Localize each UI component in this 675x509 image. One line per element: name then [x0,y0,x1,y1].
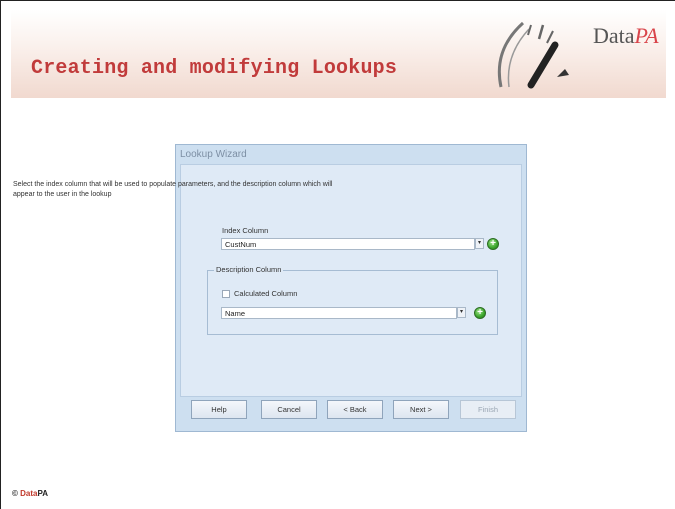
datapa-logo: DataPA [593,23,659,48]
back-button[interactable]: < Back [327,400,383,419]
description-column-dropdown[interactable]: Name [221,307,457,319]
wizard-button-bar: Help Cancel < Back Next > Finish [179,397,523,428]
add-description-column-icon[interactable]: + [474,307,486,319]
description-column-value: Name [225,309,246,318]
add-index-column-icon[interactable]: + [487,238,499,250]
description-column-group-label: Description Column [214,265,284,274]
index-column-dropdown[interactable]: CustNum [221,238,475,250]
slide: Creating and modifying Lookups DataPA Lo… [0,0,675,509]
dialog-title: Lookup Wizard [180,149,247,160]
finish-button[interactable]: Finish [460,400,516,419]
wizard-instruction: Select the index column that will be use… [13,181,333,198]
slide-title: Creating and modifying Lookups [31,57,398,80]
chevron-down-icon[interactable]: ▾ [457,307,466,318]
calculated-column-label: Calculated Column [234,289,298,298]
calculated-column-checkbox[interactable] [222,290,230,298]
cancel-button[interactable]: Cancel [261,400,317,419]
description-column-group [207,270,498,335]
footer-copyright: © DataPA [12,489,49,498]
index-column-value: CustNum [225,240,257,249]
index-column-label: Index Column [222,226,269,235]
chevron-down-icon[interactable]: ▾ [475,238,484,249]
next-button[interactable]: Next > [393,400,449,419]
speedometer-graphic [497,21,569,89]
help-button[interactable]: Help [191,400,247,419]
